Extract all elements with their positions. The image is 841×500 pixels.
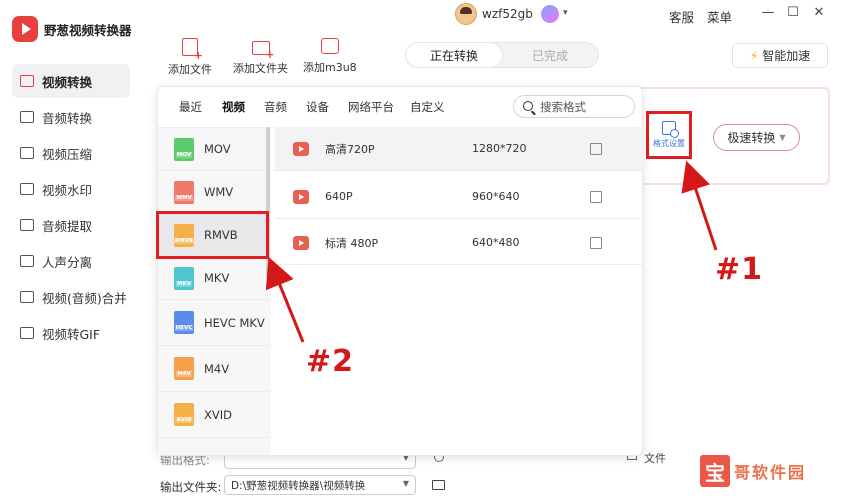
watermark-badge: 宝 bbox=[700, 455, 730, 487]
annotation-marker-1: #1 bbox=[715, 252, 764, 287]
arrow-to-format-settings bbox=[681, 160, 718, 251]
site-watermark: 宝 哥软件园 bbox=[700, 452, 834, 490]
arrow-to-rmvb bbox=[265, 256, 305, 343]
watermark-text: 哥软件园 bbox=[734, 463, 807, 482]
annotation-marker-2: #2 bbox=[306, 344, 355, 379]
annotation-arrows bbox=[265, 160, 718, 343]
